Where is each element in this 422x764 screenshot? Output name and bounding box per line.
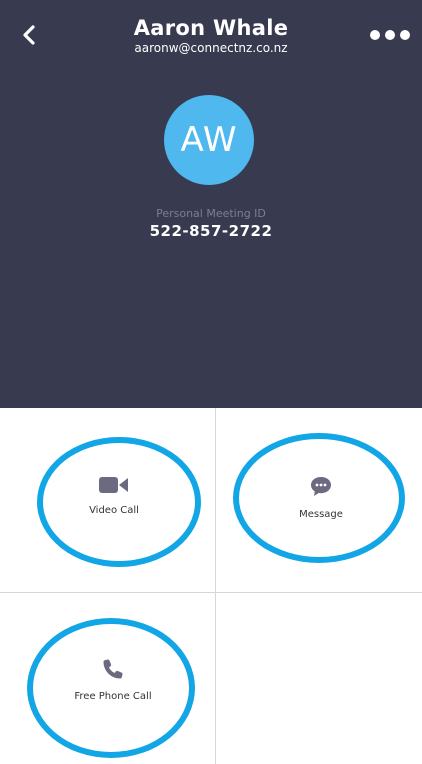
grid-divider-vertical: [215, 408, 216, 764]
message-button[interactable]: Message: [271, 475, 371, 520]
more-options-button[interactable]: [370, 26, 410, 44]
contact-header: Aaron Whale aaronw@connectnz.co.nz AW Pe…: [0, 0, 422, 408]
phone-call-label: Free Phone Call: [74, 691, 152, 702]
meeting-id-value: 522-857-2722: [149, 222, 273, 240]
avatar: AW: [164, 95, 254, 185]
more-dots-icon: [370, 30, 380, 40]
contact-name: Aaron Whale: [133, 16, 289, 40]
video-camera-icon: [99, 477, 128, 493]
phone-call-button[interactable]: Free Phone Call: [58, 657, 168, 702]
meeting-id-label: Personal Meeting ID: [156, 207, 266, 220]
chat-bubble-icon: [311, 477, 331, 496]
avatar-initials: AW: [180, 120, 238, 160]
phone-icon: [103, 659, 123, 679]
video-call-label: Video Call: [89, 505, 139, 516]
message-label: Message: [299, 509, 343, 520]
contact-email: aaronw@connectnz.co.nz: [134, 41, 288, 55]
video-call-button[interactable]: Video Call: [66, 475, 162, 516]
grid-divider-horizontal: [0, 592, 422, 593]
